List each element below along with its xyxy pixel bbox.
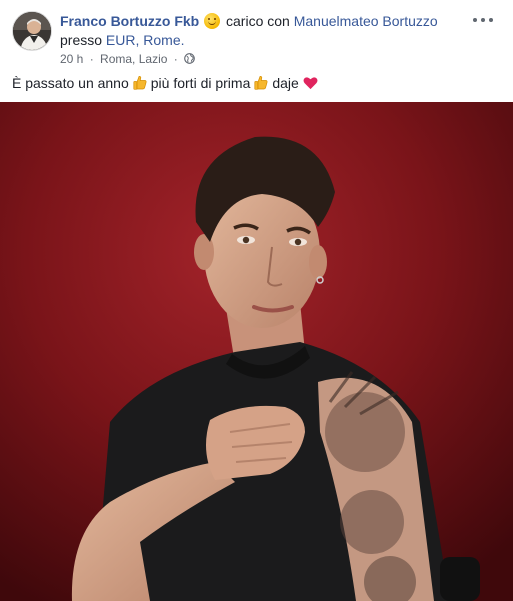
red-heart-emoji-icon — [303, 77, 318, 90]
globe-icon[interactable] — [184, 53, 195, 64]
post-caption: È passato un anno più forti di prima daj… — [12, 74, 501, 93]
caption-part-2: più forti di prima — [150, 75, 251, 91]
thumbs-up-emoji-icon — [254, 76, 268, 90]
meta-separator: · — [89, 52, 94, 66]
place-preposition: presso — [60, 32, 103, 48]
tagged-user-link[interactable]: Manuelmateo Bortuzzo — [294, 13, 438, 29]
post-location[interactable]: Roma, Lazio — [100, 52, 167, 66]
more-dot — [489, 18, 493, 22]
place-link[interactable]: EUR, Rome. — [106, 32, 185, 48]
author-avatar[interactable] — [12, 11, 52, 51]
feeling-text: carico con — [226, 13, 290, 29]
more-dot — [473, 18, 477, 22]
post-header: Franco Bortuzzo Fkb carico con Manuelmat… — [12, 10, 501, 66]
photo-illustration — [0, 102, 513, 601]
post-header-text: Franco Bortuzzo Fkb carico con Manuelmat… — [60, 12, 470, 50]
smiling-face-icon — [204, 13, 221, 29]
author-name[interactable]: Franco Bortuzzo Fkb — [60, 13, 199, 29]
caption-part-3: daje — [272, 75, 299, 91]
facebook-post: Franco Bortuzzo Fkb carico con Manuelmat… — [0, 0, 513, 601]
thumbs-up-emoji-icon — [133, 76, 147, 90]
post-photo[interactable] — [0, 102, 513, 601]
more-dot — [481, 18, 485, 22]
meta-separator: · — [173, 52, 178, 66]
caption-part-1: È passato un anno — [12, 75, 129, 91]
more-options-icon[interactable] — [473, 12, 493, 28]
post-meta: 20 h · Roma, Lazio · — [60, 52, 195, 66]
post-timestamp[interactable]: 20 h — [60, 52, 83, 66]
